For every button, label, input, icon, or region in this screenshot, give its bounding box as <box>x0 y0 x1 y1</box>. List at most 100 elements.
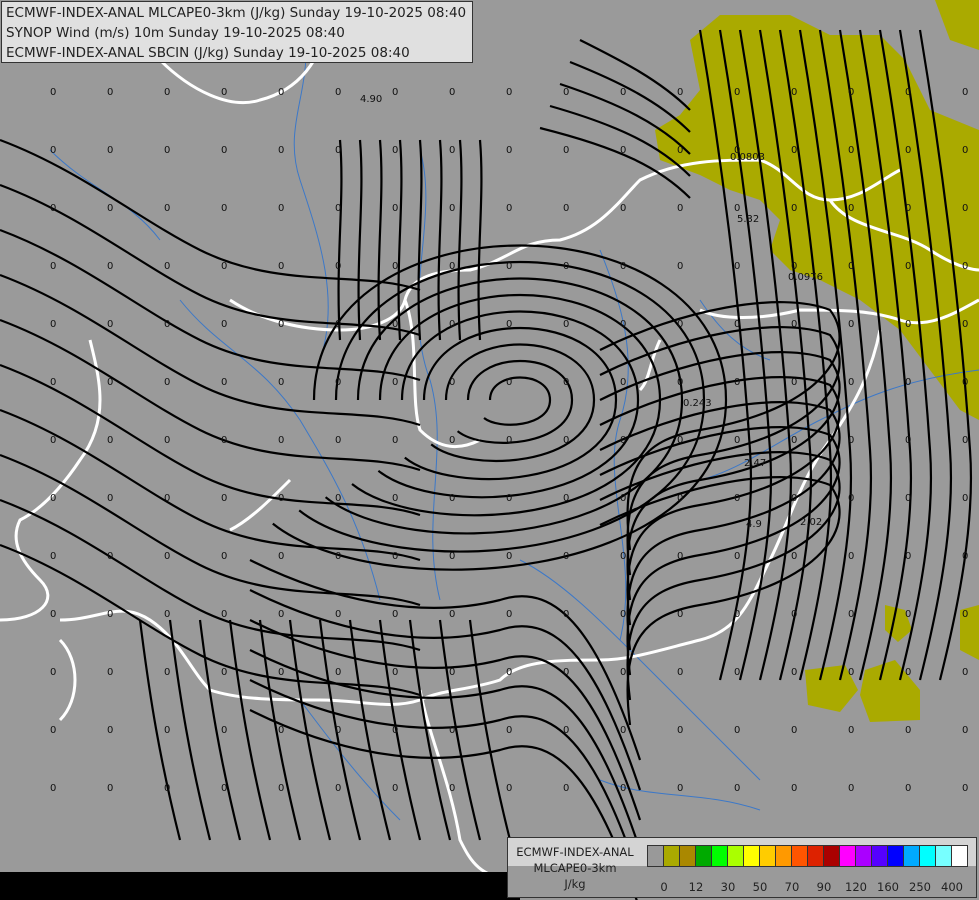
zero-label: 0 <box>107 261 113 272</box>
zero-label: 0 <box>677 551 683 562</box>
zero-label: 0 <box>50 435 56 446</box>
zero-label: 0 <box>677 261 683 272</box>
zero-label: 0 <box>278 435 284 446</box>
zero-label: 0 <box>221 493 227 504</box>
streamline <box>357 139 363 341</box>
zero-label: 0 <box>50 145 56 156</box>
zero-label: 0 <box>791 145 797 156</box>
zero-label: 0 <box>620 725 626 736</box>
zero-label: 0 <box>734 725 740 736</box>
zero-label: 0 <box>449 667 455 678</box>
zero-label: 0 <box>392 725 398 736</box>
legend-swatch <box>824 846 840 866</box>
value-label: 2.47 <box>744 458 766 469</box>
zero-label: 0 <box>791 261 797 272</box>
zero-label: 0 <box>905 145 911 156</box>
zero-label: 0 <box>563 435 569 446</box>
cape-area <box>935 0 979 50</box>
legend-swatch <box>936 846 952 866</box>
zero-label: 0 <box>392 609 398 620</box>
streamline <box>437 139 443 341</box>
legend-swatch <box>648 846 664 866</box>
zero-label: 0 <box>335 87 341 98</box>
legend-swatch <box>856 846 872 866</box>
zero-label: 0 <box>107 87 113 98</box>
zero-label: 0 <box>392 87 398 98</box>
zero-label: 0 <box>278 87 284 98</box>
zero-label: 0 <box>962 609 968 620</box>
zero-label: 0 <box>677 725 683 736</box>
zero-label: 0 <box>734 493 740 504</box>
zero-label: 0 <box>620 203 626 214</box>
zero-label: 0 <box>905 725 911 736</box>
zero-label: 0 <box>221 145 227 156</box>
legend-tick: 90 <box>816 880 832 894</box>
zero-label: 0 <box>278 609 284 620</box>
zero-label: 0 <box>278 377 284 388</box>
weather-map[interactable]: 4.900.08035.320.09760.2432.474.9 2.020 0 0 0… <box>0 0 979 900</box>
legend-swatch <box>920 846 936 866</box>
zero-label: 0 <box>164 261 170 272</box>
zero-label: 0 <box>791 319 797 330</box>
zero-label: 0 <box>848 145 854 156</box>
river <box>49 149 161 241</box>
zero-label: 0 <box>164 493 170 504</box>
zero-label: 0 <box>506 551 512 562</box>
zero-label: 0 <box>620 87 626 98</box>
zero-label: 0 <box>962 435 968 446</box>
zero-label: 0 <box>563 493 569 504</box>
zero-label: 0 <box>221 87 227 98</box>
zero-label: 0 <box>278 203 284 214</box>
river <box>519 559 761 781</box>
zero-label: 0 <box>734 609 740 620</box>
zero-label: 0 <box>506 667 512 678</box>
zero-label: 0 <box>905 261 911 272</box>
zero-label: 0 <box>449 725 455 736</box>
zero-label: 0 <box>221 435 227 446</box>
zero-label: 0 <box>734 377 740 388</box>
streamline <box>579 39 691 111</box>
zero-label: 0 <box>848 609 854 620</box>
zero-label: 0 <box>962 319 968 330</box>
zero-label: 0 <box>278 783 284 794</box>
zero-label: 0 <box>221 261 227 272</box>
zero-label: 0 <box>962 145 968 156</box>
streamline <box>272 244 728 571</box>
zero-label: 0 <box>278 551 284 562</box>
zero-label: 0 <box>677 145 683 156</box>
zero-label: 0 <box>335 667 341 678</box>
map-title-box: ECMWF-INDEX-ANAL MLCAPE0-3km (J/kg) Sund… <box>1 1 473 63</box>
zero-label: 0 <box>335 609 341 620</box>
zero-label: 0 <box>962 261 968 272</box>
legend-tick: 400 <box>941 880 963 894</box>
zero-label: 0 <box>791 725 797 736</box>
zero-label: 0 <box>620 551 626 562</box>
zero-label: 0 <box>962 493 968 504</box>
zero-label: 0 <box>392 145 398 156</box>
legend-swatch <box>952 846 967 866</box>
zero-label: 0 <box>905 319 911 330</box>
zero-label: 0 <box>335 551 341 562</box>
zero-label: 0 <box>50 377 56 388</box>
legend-swatch <box>792 846 808 866</box>
zero-label: 0 <box>50 261 56 272</box>
zero-label: 0 <box>848 203 854 214</box>
zero-label: 0 <box>620 609 626 620</box>
zero-label: 0 <box>563 783 569 794</box>
zero-label: 0 <box>734 319 740 330</box>
zero-label: 0 <box>392 261 398 272</box>
legend-swatch <box>760 846 776 866</box>
streamline <box>456 360 574 444</box>
zero-label: 0 <box>677 377 683 388</box>
zero-label: 0 <box>392 667 398 678</box>
legend-tick: 250 <box>909 880 931 894</box>
legend-swatch <box>664 846 680 866</box>
zero-label: 0 <box>905 493 911 504</box>
zero-label: 0 <box>392 319 398 330</box>
zero-label: 0 <box>905 377 911 388</box>
legend-swatch <box>744 846 760 866</box>
zero-label: 0 <box>962 725 968 736</box>
zero-label: 0 <box>791 551 797 562</box>
zero-label: 0 <box>620 493 626 504</box>
zero-label: 0 <box>563 261 569 272</box>
